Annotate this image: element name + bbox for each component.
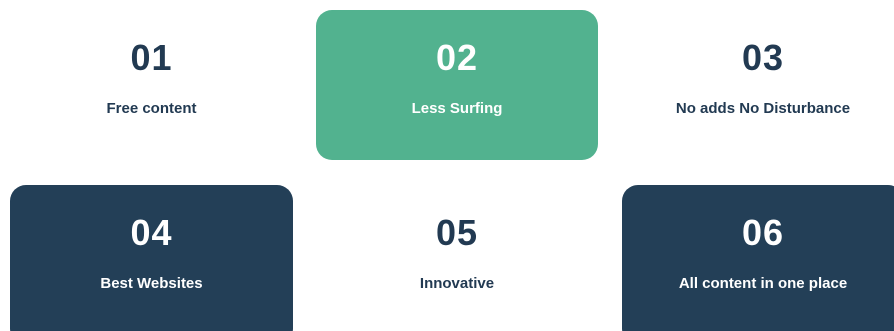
feature-number: 03 xyxy=(741,37,785,78)
feature-label: Innovative xyxy=(419,275,495,292)
feature-card-05: 05 Innovative xyxy=(316,185,598,331)
feature-label: Less Surfing xyxy=(411,100,503,117)
feature-card-03: 03 No adds No Disturbance xyxy=(622,10,894,160)
feature-number: 01 xyxy=(130,37,173,78)
feature-card-04: 04 Best Websites xyxy=(10,185,293,331)
feature-label: Best Websites xyxy=(100,275,203,292)
feature-number: 06 xyxy=(741,212,785,253)
feature-number: 04 xyxy=(130,212,173,253)
feature-card-02: 02 Less Surfing xyxy=(316,10,598,160)
feature-label: All content in one place xyxy=(678,275,848,292)
feature-label: Free content xyxy=(106,100,197,117)
feature-card-01: 01 Free content xyxy=(10,10,293,160)
feature-label: No adds No Disturbance xyxy=(675,100,851,117)
feature-card-06: 06 All content in one place xyxy=(622,185,894,331)
feature-number: 02 xyxy=(435,37,479,78)
feature-number: 05 xyxy=(435,212,479,253)
feature-grid: 01 Free content 02 Less Surfing 03 No ad… xyxy=(0,0,894,331)
